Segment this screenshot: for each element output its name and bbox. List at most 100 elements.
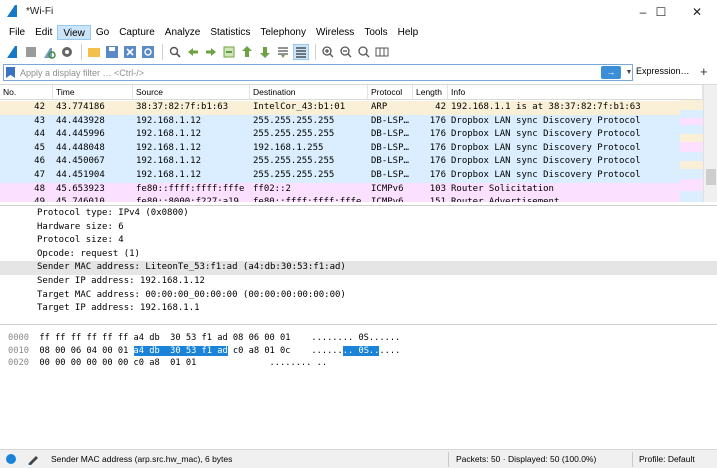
expert-info-icon[interactable] — [5, 453, 17, 465]
restart-capture-button[interactable] — [41, 44, 57, 60]
close-file-button[interactable] — [122, 44, 138, 60]
display-filter-bar: → ▼ Expression… + — [0, 63, 717, 82]
reload-file-button[interactable] — [140, 44, 156, 60]
start-capture-button[interactable] — [5, 44, 21, 60]
menu-go[interactable]: Go — [91, 25, 114, 40]
menu-tools[interactable]: Tools — [359, 25, 392, 40]
column-header-no[interactable]: No. — [0, 85, 53, 100]
display-filter-input[interactable] — [18, 65, 588, 80]
packet-row[interactable]: 45 44.448048 192.168.1.12 192.168.1.255 DB-L… — [0, 141, 680, 156]
expression-button[interactable]: Expression… — [636, 66, 690, 76]
ascii-bytes: .... — [379, 345, 401, 356]
resize-columns-button[interactable] — [374, 44, 390, 60]
bookmark-icon[interactable] — [6, 67, 15, 78]
ascii-bytes-selected: .. 0S.. — [342, 345, 380, 356]
stop-capture-button[interactable] — [23, 44, 39, 60]
menu-capture[interactable]: Capture — [114, 25, 160, 40]
menu-telephony[interactable]: Telephony — [255, 25, 311, 40]
packet-row[interactable]: 46 44.450067 192.168.1.12 255.255.255.255 DB… — [0, 155, 680, 169]
hex-bytes: 08 00 06 04 00 01 — [39, 345, 134, 356]
arrow-left-icon — [188, 47, 198, 56]
apply-filter-button[interactable]: → — [601, 66, 621, 79]
packet-cell-no: 45 — [34, 142, 45, 153]
save-file-button[interactable] — [104, 44, 120, 60]
detail-sender-mac[interactable]: Sender MAC address: LiteonTe_53:f1:ad (a… — [37, 261, 346, 275]
zoom-out-button[interactable] — [338, 44, 354, 60]
normal-size-button[interactable] — [356, 44, 372, 60]
hex-bytes: 00 00 00 00 00 00 c0 a8 01 01 — [39, 358, 197, 368]
packet-minimap[interactable] — [680, 100, 703, 202]
go-back-button[interactable] — [185, 44, 201, 60]
detail-target-ip[interactable]: Target IP address: 192.168.1.1 — [37, 302, 200, 316]
reload-icon — [142, 45, 154, 58]
bytes-line[interactable]: 0010 08 00 06 04 00 01 a4 db 30 53 f1 ad… — [8, 345, 400, 358]
add-filter-button[interactable]: + — [700, 64, 708, 79]
packet-row[interactable]: 43 44.443928 192.168.1.12 255.255.255.255 DB… — [0, 114, 680, 129]
open-file-button[interactable] — [86, 44, 102, 60]
scrollbar-thumb[interactable] — [706, 169, 716, 185]
detail-hardware-size[interactable]: Hardware size: 6 — [37, 221, 124, 235]
maximize-icon: ☐ — [655, 5, 667, 19]
packet-cell-source: 192.168.1.12 — [136, 129, 202, 140]
column-header-length[interactable]: Length — [413, 85, 448, 100]
go-forward-button[interactable] — [203, 44, 219, 60]
packet-row[interactable]: 47 44.451904 192.168.1.12 255.255.255.255 DB… — [0, 169, 680, 183]
find-packet-button[interactable] — [167, 44, 183, 60]
packet-cell-time: 44.445996 — [56, 129, 105, 140]
detail-target-mac[interactable]: Target MAC address: 00:00:00_00:00:00 (0… — [37, 289, 346, 303]
packet-cell-length: 103 — [429, 183, 446, 194]
menu-help[interactable]: Help — [393, 25, 424, 40]
last-packet-button[interactable] — [257, 44, 273, 60]
ascii-bytes: ...... — [311, 345, 343, 356]
packet-row[interactable]: 44 44.445996 192.168.1.12 255.255.255.255 DB… — [0, 128, 680, 142]
byte-offset: 0010 — [8, 345, 29, 356]
colorize-button[interactable] — [293, 43, 309, 60]
status-profile[interactable]: Profile: Default — [639, 454, 695, 464]
packet-cell-info: Dropbox LAN sync Discovery Protocol — [451, 170, 641, 180]
packet-cell-time: 45.653923 — [56, 183, 105, 194]
zoom-in-icon — [322, 45, 334, 57]
menu-file[interactable]: File — [4, 25, 30, 40]
menu-analyze[interactable]: Analyze — [160, 25, 206, 40]
maximize-button[interactable]: ☐ — [645, 0, 677, 24]
menu-statistics[interactable]: Statistics — [205, 25, 255, 40]
bytes-line[interactable]: 0020 00 00 00 00 00 00 c0 a8 01 01 .....… — [8, 357, 327, 370]
go-to-packet-button[interactable] — [221, 44, 237, 60]
auto-scroll-button[interactable] — [275, 44, 291, 60]
zoom-in-button[interactable] — [320, 44, 336, 60]
comment-edit-icon[interactable] — [27, 453, 39, 465]
close-button[interactable]: ✕ — [681, 0, 713, 24]
detail-protocol-type[interactable]: Protocol type: IPv4 (0x0800) — [37, 207, 189, 221]
packet-cell-protocol: DB-LSP… — [371, 129, 409, 140]
bytes-line[interactable]: 0000 ff ff ff ff ff ff a4 db 30 53 f1 ad… — [8, 332, 400, 345]
capture-options-button[interactable] — [59, 44, 75, 60]
packet-cell-info: Router Advertisement — [451, 196, 679, 202]
first-packet-button[interactable] — [239, 44, 255, 60]
packet-row[interactable]: 48 45.653923 fe80::ffff:ffff:fffe ff02::2 IC… — [0, 182, 680, 197]
ascii-bytes: ........ .. — [269, 358, 328, 368]
menu-view[interactable]: View — [57, 25, 91, 40]
menu-wireless[interactable]: Wireless — [311, 25, 359, 40]
column-header-info[interactable]: Info — [448, 85, 703, 100]
column-header-protocol[interactable]: Protocol — [368, 85, 413, 100]
packet-list-scrollbar[interactable] — [703, 85, 717, 202]
packet-cell-info: 192.168.1.1 is at 38:37:82:7f:b1:63 — [451, 102, 641, 112]
packet-cell-destination: 255.255.255.255 — [253, 115, 335, 126]
detail-opcode[interactable]: Opcode: request (1) — [37, 248, 140, 262]
hex-bytes: c0 a8 01 0c — [227, 345, 291, 356]
packet-row[interactable]: 42 43.774186 38:37:82:7f:b1:63 IntelCor_43:… — [0, 101, 680, 115]
packet-cell-time: 44.443928 — [56, 115, 105, 126]
packet-cell-destination: 255.255.255.255 — [253, 156, 335, 167]
menu-edit[interactable]: Edit — [30, 25, 57, 40]
packet-row[interactable]: 49 45.746010 fe80::8000:f227:a19 fe80::ffff… — [0, 196, 680, 202]
filter-history-dropdown[interactable]: ▼ — [624, 66, 634, 79]
detail-protocol-size[interactable]: Protocol size: 4 — [37, 234, 124, 248]
display-filter-box: → ▼ — [3, 64, 633, 81]
detail-sender-ip[interactable]: Sender IP address: 192.168.1.12 — [37, 275, 205, 289]
column-header-destination[interactable]: Destination — [250, 85, 368, 100]
packet-cell-source: 192.168.1.12 — [136, 142, 202, 153]
packet-cell-protocol: DB-LSP… — [371, 115, 409, 126]
column-header-time[interactable]: Time — [53, 85, 133, 100]
column-header-source[interactable]: Source — [133, 85, 250, 100]
packet-cell-info: Dropbox LAN sync Discovery Protocol — [451, 115, 641, 126]
